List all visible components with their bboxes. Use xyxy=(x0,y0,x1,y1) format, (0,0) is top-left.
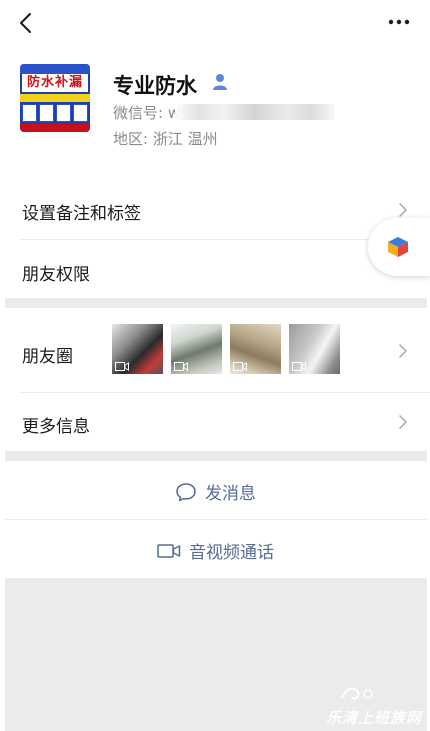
watermark-logo-icon xyxy=(341,687,373,700)
remark-tags-row[interactable]: 设置备注和标签 xyxy=(0,180,430,240)
video-call-label: 音视频通话 xyxy=(189,543,274,563)
avatar[interactable]: 防水补漏 xyxy=(20,64,90,132)
moments-label: 朋友圈 xyxy=(22,347,73,367)
cube-icon xyxy=(388,237,408,257)
wechat-id-redacted xyxy=(175,104,335,120)
section-separator xyxy=(5,451,427,461)
avatar-yellow-band xyxy=(20,94,90,102)
video-icon xyxy=(292,362,306,371)
send-message-label: 发消息 xyxy=(205,484,256,504)
more-dots-icon[interactable] xyxy=(388,16,410,28)
remark-tags-label: 设置备注和标签 xyxy=(22,204,141,224)
user-icon xyxy=(213,74,227,90)
friend-permissions-label: 朋友权限 xyxy=(22,265,90,285)
floating-assistant-button[interactable] xyxy=(368,218,430,276)
video-camera-icon xyxy=(157,543,181,558)
video-icon xyxy=(233,362,247,371)
avatar-cell xyxy=(56,104,71,122)
video-call-button[interactable]: 音视频通话 xyxy=(5,520,427,578)
more-info-label: 更多信息 xyxy=(22,417,90,437)
chat-bubble-icon xyxy=(176,482,196,501)
top-bar xyxy=(0,0,430,48)
moment-thumbnail[interactable] xyxy=(171,324,222,374)
moment-thumbnail[interactable] xyxy=(230,324,281,374)
contact-name: 专业防水 xyxy=(113,74,197,98)
moments-thumbnails xyxy=(112,324,340,374)
chevron-right-icon xyxy=(399,203,407,217)
watermark-text: 乐清上班族网 xyxy=(325,709,422,727)
back-chevron-icon[interactable] xyxy=(16,12,38,34)
avatar-title: 防水补漏 xyxy=(22,74,88,92)
friend-permissions-row[interactable]: 朋友权限 xyxy=(0,240,430,298)
profile-header: 防水补漏 专业防水 微信号: w 地区: 浙江 温州 xyxy=(0,48,430,178)
video-icon xyxy=(115,362,129,371)
avatar-cell xyxy=(22,104,37,122)
contact-profile-screen: 防水补漏 专业防水 微信号: w 地区: 浙江 温州 设置备注和标签 朋友权限 xyxy=(0,0,430,731)
chevron-right-icon xyxy=(399,415,407,429)
moment-thumbnail[interactable] xyxy=(289,324,340,374)
avatar-bottom-band xyxy=(20,124,90,132)
section-separator xyxy=(5,298,427,308)
more-info-row[interactable]: 更多信息 xyxy=(0,393,430,451)
send-message-content: 发消息 xyxy=(175,479,256,504)
moment-thumbnail[interactable] xyxy=(112,324,163,374)
contact-region: 地区: 浙江 温州 xyxy=(113,130,218,148)
video-icon xyxy=(174,362,188,371)
avatar-cell xyxy=(73,104,88,122)
avatar-grid xyxy=(22,104,88,122)
chevron-right-icon xyxy=(399,344,407,358)
send-message-button[interactable]: 发消息 xyxy=(5,461,427,519)
avatar-top-band xyxy=(20,64,90,74)
video-call-content: 音视频通话 xyxy=(157,538,274,563)
avatar-cell xyxy=(39,104,54,122)
wechat-id: 微信号: w xyxy=(113,104,181,122)
